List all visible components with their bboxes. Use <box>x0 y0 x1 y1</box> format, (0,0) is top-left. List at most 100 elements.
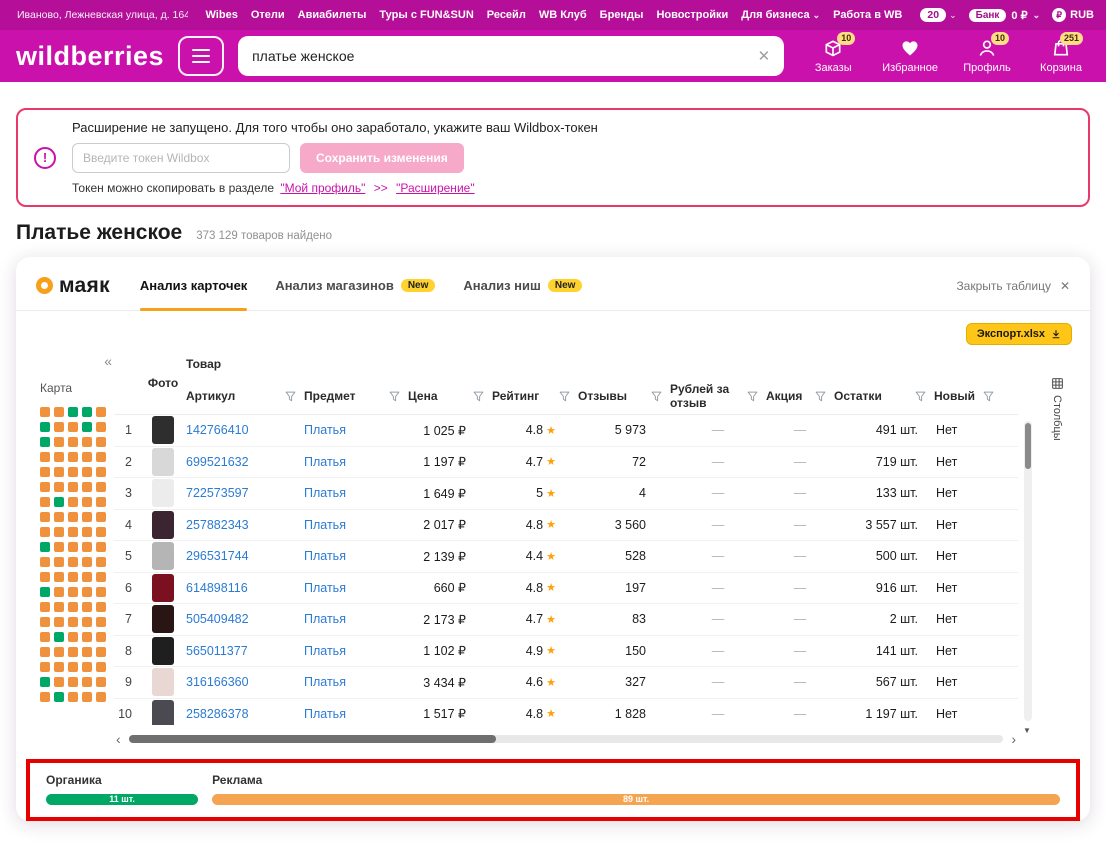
favorites-button[interactable]: Избранное <box>882 38 938 74</box>
map-cell-ad[interactable] <box>40 527 50 537</box>
close-table-button[interactable]: Закрыть таблицу ✕ <box>956 279 1070 293</box>
search-input[interactable] <box>252 48 748 64</box>
h-scroll-track[interactable] <box>128 735 1004 743</box>
map-cell-organic[interactable] <box>82 407 92 417</box>
map-cell-ad[interactable] <box>54 467 64 477</box>
map-cell-ad[interactable] <box>96 632 106 642</box>
map-cell-ad[interactable] <box>82 482 92 492</box>
product-article-link[interactable]: 614898116 <box>186 581 304 595</box>
map-cell-ad[interactable] <box>96 422 106 432</box>
map-cell-organic[interactable] <box>40 677 50 687</box>
map-cell-ad[interactable] <box>40 692 50 702</box>
map-cell-ad[interactable] <box>82 632 92 642</box>
map-cell-ad[interactable] <box>82 647 92 657</box>
export-xlsx-button[interactable]: Экспорт.xlsx <box>965 323 1072 345</box>
product-subject-link[interactable]: Платья <box>304 455 408 469</box>
top-nav-link[interactable]: Работа в WB <box>833 9 902 21</box>
extension-link[interactable]: "Расширение" <box>396 181 474 195</box>
clear-search-icon[interactable]: ✕ <box>758 47 771 65</box>
v-scroll-thumb[interactable] <box>1025 423 1031 469</box>
map-cell-ad[interactable] <box>54 482 64 492</box>
scroll-right-icon[interactable]: › <box>1011 732 1016 746</box>
product-article-link[interactable]: 565011377 <box>186 644 304 658</box>
map-cell-ad[interactable] <box>40 407 50 417</box>
wildbox-token-input[interactable] <box>72 143 290 173</box>
map-cell-ad[interactable] <box>96 677 106 687</box>
mayak-logo[interactable]: маяк <box>36 274 110 298</box>
map-cell-ad[interactable] <box>40 467 50 477</box>
map-cell-ad[interactable] <box>54 572 64 582</box>
product-photo[interactable] <box>152 636 174 665</box>
column-header[interactable]: Новый <box>934 377 994 415</box>
column-header[interactable]: Остатки <box>834 377 934 415</box>
map-cell-ad[interactable] <box>68 497 78 507</box>
columns-settings-button[interactable]: Столбцы <box>1036 377 1078 751</box>
product-subject-link[interactable]: Платья <box>304 644 408 658</box>
map-cell-ad[interactable] <box>40 497 50 507</box>
column-header[interactable]: Отзывы <box>578 377 670 415</box>
filter-icon[interactable] <box>915 391 926 402</box>
catalog-menu-button[interactable] <box>178 36 225 76</box>
top-nav-link[interactable]: Ресейл <box>487 9 526 21</box>
map-cell-ad[interactable] <box>68 422 78 432</box>
save-changes-button[interactable]: Сохранить изменения <box>300 143 464 173</box>
product-subject-link[interactable]: Платья <box>304 675 408 689</box>
product-photo[interactable] <box>152 605 174 634</box>
map-cell-ad[interactable] <box>40 647 50 657</box>
filter-icon[interactable] <box>389 391 400 402</box>
product-article-link[interactable]: 296531744 <box>186 549 304 563</box>
product-photo[interactable] <box>152 699 174 725</box>
product-photo[interactable] <box>152 416 174 445</box>
map-cell-organic[interactable] <box>40 422 50 432</box>
map-cell-ad[interactable] <box>82 572 92 582</box>
map-cell-ad[interactable] <box>96 452 106 462</box>
product-photo[interactable] <box>152 573 174 602</box>
map-cell-ad[interactable] <box>54 452 64 462</box>
map-cell-ad[interactable] <box>82 497 92 507</box>
map-cell-organic[interactable] <box>40 437 50 447</box>
map-cell-ad[interactable] <box>54 647 64 657</box>
map-cell-ad[interactable] <box>96 587 106 597</box>
map-cell-ad[interactable] <box>54 407 64 417</box>
map-cell-ad[interactable] <box>96 557 106 567</box>
map-cell-ad[interactable] <box>40 512 50 522</box>
orders-button[interactable]: 10 Заказы <box>808 32 858 74</box>
tab-niche-analysis[interactable]: Анализ ниш New <box>463 261 583 310</box>
map-cell-ad[interactable] <box>40 557 50 567</box>
map-cell-organic[interactable] <box>40 542 50 552</box>
product-article-link[interactable]: 699521632 <box>186 455 304 469</box>
map-cell-ad[interactable] <box>54 602 64 612</box>
map-cell-ad[interactable] <box>68 602 78 612</box>
product-subject-link[interactable]: Платья <box>304 612 408 626</box>
map-cell-ad[interactable] <box>96 407 106 417</box>
map-cell-ad[interactable] <box>96 542 106 552</box>
map-cell-ad[interactable] <box>82 512 92 522</box>
map-cell-ad[interactable] <box>96 467 106 477</box>
product-photo[interactable] <box>152 542 174 571</box>
map-cell-ad[interactable] <box>96 437 106 447</box>
product-photo[interactable] <box>152 447 174 476</box>
map-cell-ad[interactable] <box>54 422 64 432</box>
map-cell-ad[interactable] <box>68 617 78 627</box>
map-cell-organic[interactable] <box>40 587 50 597</box>
map-cell-ad[interactable] <box>40 662 50 672</box>
map-cell-ad[interactable] <box>68 572 78 582</box>
map-cell-organic[interactable] <box>54 632 64 642</box>
top-nav-link[interactable]: Бренды <box>600 9 644 21</box>
map-cell-ad[interactable] <box>40 452 50 462</box>
map-cell-ad[interactable] <box>68 467 78 477</box>
map-cell-ad[interactable] <box>82 557 92 567</box>
map-cell-ad[interactable] <box>54 617 64 627</box>
map-cell-organic[interactable] <box>68 407 78 417</box>
wildberries-logo[interactable]: wildberries <box>16 41 164 72</box>
map-cell-ad[interactable] <box>82 617 92 627</box>
product-article-link[interactable]: 258286378 <box>186 707 304 721</box>
bank-widget[interactable]: Банк 0 ₽ ⌄ <box>968 8 1040 22</box>
column-header[interactable]: Цена <box>408 377 492 415</box>
column-header[interactable]: Предмет <box>304 377 408 415</box>
map-cell-organic[interactable] <box>54 692 64 702</box>
map-cell-ad[interactable] <box>96 512 106 522</box>
map-cell-ad[interactable] <box>54 542 64 552</box>
product-subject-link[interactable]: Платья <box>304 549 408 563</box>
map-cell-ad[interactable] <box>96 602 106 612</box>
